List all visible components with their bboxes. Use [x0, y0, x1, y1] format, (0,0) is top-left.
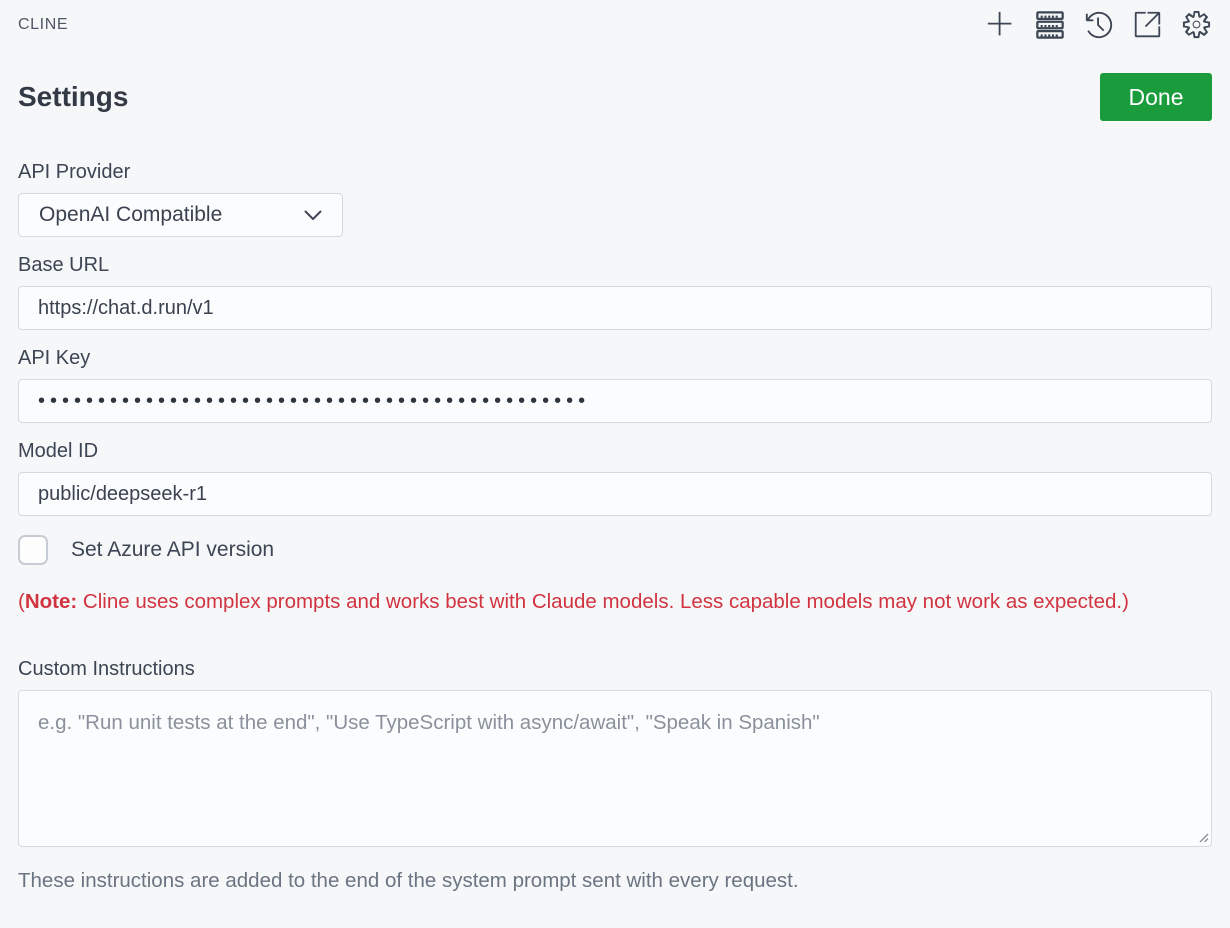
chevron-down-icon [304, 210, 322, 221]
custom-instructions-wrap [18, 690, 1212, 847]
settings-header-row: Settings Done [18, 73, 1212, 121]
custom-instructions-label: Custom Instructions [18, 658, 1212, 681]
plus-icon[interactable] [985, 9, 1016, 40]
model-id-label: Model ID [18, 440, 1212, 463]
note-prefix: ( [18, 590, 25, 613]
api-key-label: API Key [18, 347, 1212, 370]
note-rest: Cline uses complex prompts and works bes… [77, 590, 1129, 613]
model-id-input[interactable] [18, 472, 1212, 516]
custom-instructions-textarea[interactable] [18, 690, 1212, 847]
azure-api-version-checkbox[interactable] [18, 535, 48, 565]
model-note-text: (Note: Cline uses complex prompts and wo… [18, 587, 1178, 617]
plus-icon [986, 10, 1015, 39]
settings-gear-icon[interactable] [1181, 9, 1212, 40]
done-button[interactable]: Done [1100, 73, 1212, 121]
azure-api-version-label: Set Azure API version [71, 538, 274, 562]
note-bold: Note: [25, 590, 77, 613]
history-icon[interactable] [1083, 9, 1114, 40]
azure-api-version-row: Set Azure API version [18, 535, 1212, 565]
settings-gear-icon [1181, 9, 1212, 40]
toolbar-icons [985, 9, 1212, 40]
mcp-servers-icon [1035, 10, 1065, 40]
open-in-editor-icon[interactable] [1132, 9, 1163, 40]
api-key-input[interactable] [18, 379, 1212, 423]
api-provider-select[interactable]: OpenAI Compatible [18, 193, 343, 237]
top-bar: CLINE [18, 0, 1212, 40]
api-provider-label: API Provider [18, 161, 1212, 184]
settings-page: CLINE [0, 0, 1230, 893]
app-title: CLINE [18, 16, 68, 34]
custom-instructions-help-text: These instructions are added to the end … [18, 869, 1212, 893]
api-provider-selected-value: OpenAI Compatible [39, 203, 222, 227]
history-icon [1084, 10, 1114, 40]
page-title: Settings [18, 81, 128, 113]
open-in-editor-icon [1133, 10, 1162, 39]
mcp-servers-icon[interactable] [1034, 9, 1065, 40]
base-url-input[interactable] [18, 286, 1212, 330]
base-url-label: Base URL [18, 254, 1212, 277]
